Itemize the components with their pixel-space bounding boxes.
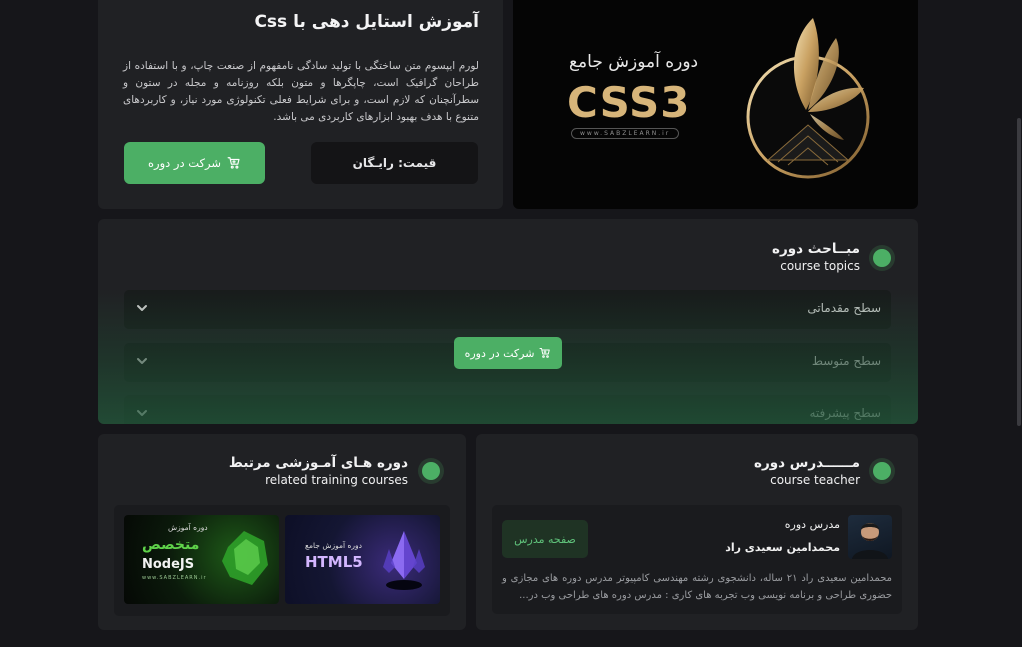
topics-enroll-label: شرکت در دوره bbox=[464, 346, 535, 360]
related-courses-card: دوره هـای آمـوزشی مرتبط related training… bbox=[98, 434, 466, 630]
related-heading: دوره هـای آمـوزشی مرتبط related training… bbox=[229, 455, 408, 487]
accordion-item-label: سطح متوسط bbox=[811, 354, 881, 368]
related-title: دوره هـای آمـوزشی مرتبط bbox=[228, 455, 408, 471]
banner-title: CSS3 bbox=[567, 78, 691, 127]
cart-icon bbox=[539, 348, 551, 358]
enroll-button[interactable]: شرکت در دوره bbox=[124, 142, 265, 184]
accordion-item[interactable]: سطح پیشرفته bbox=[124, 395, 891, 424]
related-course-html5[interactable]: دوره آموزش جامع HTML5 bbox=[285, 515, 440, 604]
course-thumb-small: دوره آموزش bbox=[168, 523, 208, 532]
section-dot bbox=[873, 249, 891, 267]
related-subtitle: related training courses bbox=[265, 473, 408, 487]
teacher-page-button[interactable]: صفحه مدرس bbox=[502, 520, 588, 558]
course-thumb-title: NodeJS bbox=[142, 557, 195, 572]
teacher-heading: مــــــدرس دوره course teacher bbox=[754, 455, 860, 487]
topics-heading: مبــاحث دوره course topics bbox=[772, 241, 860, 273]
course-thumb-site: www.SABZLEARN.ir bbox=[142, 575, 207, 581]
cart-icon bbox=[227, 157, 240, 169]
person-icon bbox=[852, 523, 888, 559]
course-info-card: آموزش استایل دهی با Css لورم ایپسوم متن … bbox=[98, 0, 503, 209]
avatar bbox=[848, 515, 892, 559]
accordion-item-label: سطح مقدماتی bbox=[807, 301, 881, 315]
teacher-title: مــــــدرس دوره bbox=[753, 455, 860, 471]
course-teacher-card: مــــــدرس دوره course teacher مدرس دوره… bbox=[476, 434, 918, 630]
chevron-down-icon bbox=[137, 305, 147, 311]
teacher-subtitle: course teacher bbox=[770, 473, 860, 487]
topics-enroll-button[interactable]: شرکت در دوره bbox=[454, 337, 562, 369]
course-thumb-small: دوره آموزش جامع bbox=[305, 541, 362, 550]
course-description: لورم ایپسوم متن ساختگی با تولید سادگی نا… bbox=[123, 60, 479, 123]
course-thumb-title: HTML5 bbox=[305, 553, 363, 571]
price-box: قیمت: رایـگان bbox=[311, 142, 478, 184]
section-dot bbox=[873, 462, 891, 480]
crystal-icon bbox=[383, 531, 425, 590]
teacher-bio: محمدامین سعیدی راد ۲۱ ساله، دانشجوی رشته… bbox=[502, 573, 893, 601]
course-thumb-title-fa: متخصص bbox=[142, 537, 200, 553]
course-topics-card: مبــاحث دوره course topics سطح مقدماتی س… bbox=[98, 219, 918, 424]
related-course-nodejs[interactable]: دوره آموزش متخصص NodeJS www.SABZLEARN.ir bbox=[124, 515, 279, 604]
banner-site: www.SABZLEARN.ir bbox=[571, 128, 680, 139]
enroll-button-label: شرکت در دوره bbox=[148, 156, 221, 170]
topics-subtitle: course topics bbox=[780, 259, 860, 273]
section-dot bbox=[422, 462, 440, 480]
banner-subtitle: دوره آموزش جامع bbox=[569, 52, 699, 72]
topics-title: مبــاحث دوره bbox=[772, 241, 860, 257]
teacher-role: مدرس دوره bbox=[784, 518, 840, 531]
accordion-item[interactable]: سطح مقدماتی bbox=[124, 290, 891, 329]
green-gem-icon bbox=[222, 531, 268, 585]
teacher-box: مدرس دوره محمدامین سعیدی راد صفحه مدرس م… bbox=[492, 505, 902, 614]
accordion-item-label: سطح پیشرفته bbox=[809, 406, 881, 420]
course-banner: دوره آموزش جامع CSS3 www.SABZLEARN.ir bbox=[513, 0, 918, 209]
scrollbar-track[interactable] bbox=[1016, 0, 1022, 647]
scrollbar-thumb[interactable] bbox=[1017, 118, 1021, 426]
related-courses-list: دوره آموزش جامع HTML5 دوره آموزش متخصص N… bbox=[114, 505, 450, 616]
teacher-name: محمدامین سعیدی راد bbox=[725, 541, 840, 554]
course-title: آموزش استایل دهی با Css bbox=[254, 12, 479, 32]
chevron-down-icon bbox=[137, 358, 147, 364]
chevron-down-icon bbox=[137, 410, 147, 416]
butterfly-emblem bbox=[746, 18, 870, 179]
